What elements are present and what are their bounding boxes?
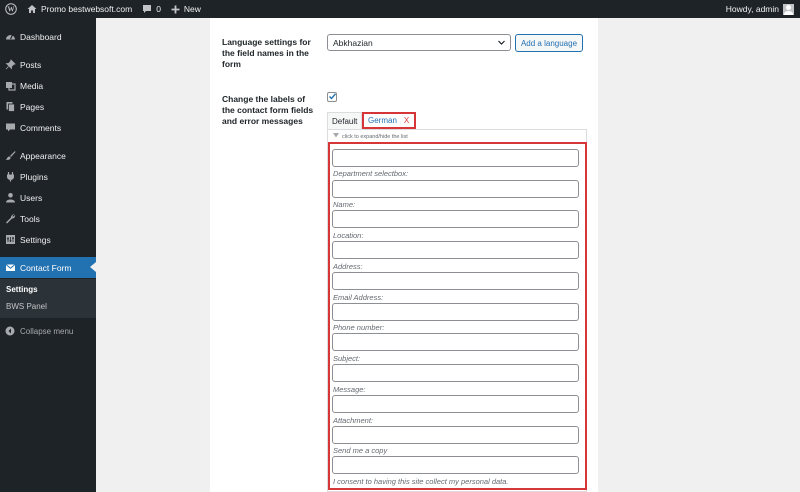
field-label: Address:	[333, 262, 363, 271]
field-label: Department selectbox:	[333, 169, 409, 178]
tab-default[interactable]: Default	[327, 112, 363, 129]
sidebar-item-label: Appearance	[20, 150, 66, 161]
change-labels-checkbox[interactable]	[327, 92, 337, 102]
tab-label: German	[368, 116, 397, 125]
expand-hint-text: click to expand/hide the list	[342, 133, 408, 140]
home-icon	[27, 4, 37, 14]
sidebar-item-contact-form[interactable]: Contact Form	[0, 257, 96, 278]
language-select[interactable]: Abkhazian	[327, 34, 511, 51]
new-content-link[interactable]: New	[166, 0, 206, 18]
field-input[interactable]	[332, 333, 579, 351]
sidebar-item-label: Comments	[20, 122, 62, 133]
envelope-icon	[0, 262, 20, 273]
admin-sidebar: Dashboard Posts Media Pages Comments App…	[0, 18, 96, 492]
checkmark-icon	[328, 92, 337, 103]
media-icon	[0, 80, 20, 91]
sidebar-item-tools[interactable]: Tools	[0, 208, 96, 229]
comment-bubble-icon	[142, 4, 152, 14]
brush-icon	[0, 150, 20, 161]
my-account-link[interactable]: Howdy, admin	[721, 0, 800, 18]
expand-list-toggle[interactable]: click to expand/hide the list	[333, 133, 408, 140]
field-input[interactable]	[332, 426, 579, 444]
sidebar-item-label: Users	[20, 192, 43, 203]
new-label: New	[183, 4, 201, 14]
field-label: Email Address:	[333, 293, 384, 302]
collapse-menu-label: Collapse menu	[20, 326, 74, 336]
field-input[interactable]	[332, 180, 579, 198]
sidebar-item-settings[interactable]: Settings	[0, 229, 96, 250]
collapse-menu-button[interactable]: Collapse menu	[0, 322, 96, 340]
field-label: Phone number:	[333, 323, 385, 332]
admin-bar: W Promo bestwebsoft.com 0 New Howdy, adm…	[0, 0, 800, 18]
avatar	[783, 3, 794, 15]
field-input[interactable]	[332, 456, 579, 474]
pin-icon	[0, 59, 20, 70]
sidebar-item-media[interactable]: Media	[0, 75, 96, 96]
sidebar-item-label: Settings	[20, 234, 51, 245]
wordpress-logo-icon[interactable]: W	[0, 0, 22, 18]
field-label: Name:	[333, 200, 356, 209]
sidebar-item-label: Dashboard	[20, 31, 62, 42]
field-input[interactable]	[332, 303, 579, 321]
pages-icon	[0, 101, 20, 112]
svg-text:W: W	[8, 6, 15, 14]
field-label: Attachment:	[333, 416, 374, 425]
field-input-top[interactable]	[332, 149, 579, 167]
sidebar-item-label: Pages	[20, 101, 45, 112]
greeting-text: Howdy, admin	[725, 4, 779, 14]
settings-icon	[0, 234, 20, 245]
change-labels-label: Change the labels of the contact form fi…	[222, 94, 314, 126]
site-name: Promo bestwebsoft.com	[41, 4, 133, 14]
comments-link[interactable]: 0	[137, 0, 166, 18]
contact-form-submenu: Settings BWS Panel	[0, 279, 96, 318]
field-input[interactable]	[332, 210, 579, 228]
submenu-item-settings[interactable]: Settings	[6, 285, 38, 294]
field-label: Send me a copy	[333, 446, 388, 455]
field-input[interactable]	[332, 364, 579, 382]
sidebar-item-label: Posts	[20, 59, 42, 70]
field-input[interactable]	[332, 395, 579, 413]
sidebar-item-label: Plugins	[20, 171, 48, 182]
sidebar-item-plugins[interactable]: Plugins	[0, 166, 96, 187]
dashboard-icon	[0, 31, 20, 42]
chevron-down-icon	[497, 38, 506, 49]
sidebar-item-label: Contact Form	[20, 262, 72, 273]
plug-icon	[0, 171, 20, 182]
add-language-button[interactable]: Add a language	[515, 34, 583, 52]
sidebar-item-comments[interactable]: Comments	[0, 117, 96, 138]
tab-german[interactable]: German X	[362, 112, 416, 129]
field-input[interactable]	[332, 272, 579, 290]
sidebar-item-appearance[interactable]: Appearance	[0, 145, 96, 166]
field-label: Subject:	[333, 354, 361, 363]
close-tab-button[interactable]: X	[404, 116, 409, 125]
tab-label: Default	[332, 116, 358, 126]
field-label: Message:	[333, 385, 366, 394]
wrench-icon	[0, 213, 20, 224]
submenu-item-bws-panel[interactable]: BWS Panel	[6, 302, 47, 311]
comments-count: 0	[156, 4, 161, 14]
comment-icon	[0, 122, 20, 133]
site-name-link[interactable]: Promo bestwebsoft.com	[22, 0, 137, 18]
field-label: I consent to having this site collect my…	[333, 477, 509, 486]
plus-icon	[171, 5, 180, 14]
field-label: Location:	[333, 231, 364, 240]
language-settings-label: Language settings for the field names in…	[222, 37, 311, 69]
sidebar-item-label: Media	[20, 80, 44, 91]
sidebar-item-dashboard[interactable]: Dashboard	[0, 26, 96, 47]
users-icon	[0, 192, 20, 203]
language-select-value: Abkhazian	[333, 37, 373, 48]
sidebar-item-users[interactable]: Users	[0, 187, 96, 208]
sidebar-item-pages[interactable]: Pages	[0, 96, 96, 117]
collapse-arrow-icon	[0, 326, 20, 336]
sidebar-item-label: Tools	[20, 213, 40, 224]
sidebar-item-posts[interactable]: Posts	[0, 54, 96, 75]
triangle-down-icon	[333, 133, 339, 140]
field-input[interactable]	[332, 241, 579, 259]
